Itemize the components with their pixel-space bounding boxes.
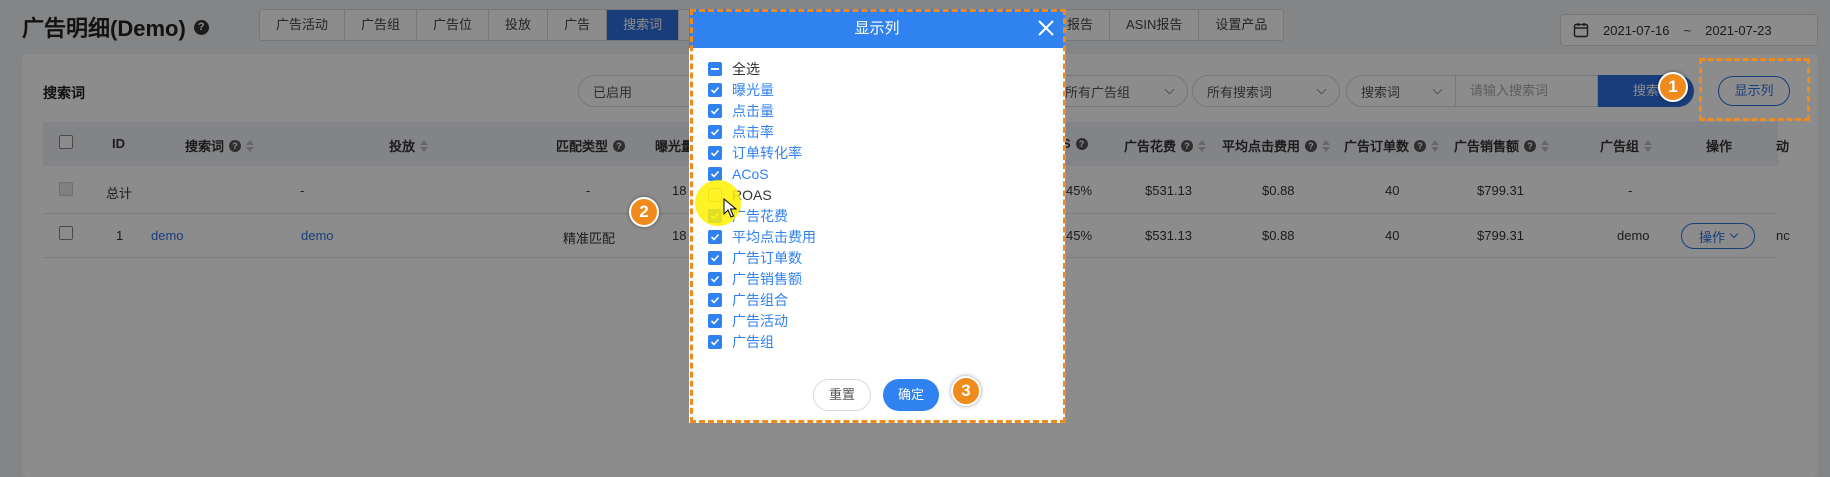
annotation-dialog-frame bbox=[690, 9, 1066, 423]
step-marker-1: 1 bbox=[1658, 72, 1688, 102]
annotation-button-frame bbox=[1699, 58, 1810, 121]
step-marker-3: 3 bbox=[951, 376, 981, 406]
step-marker-2: 2 bbox=[629, 197, 659, 227]
mouse-cursor-icon bbox=[723, 198, 737, 218]
